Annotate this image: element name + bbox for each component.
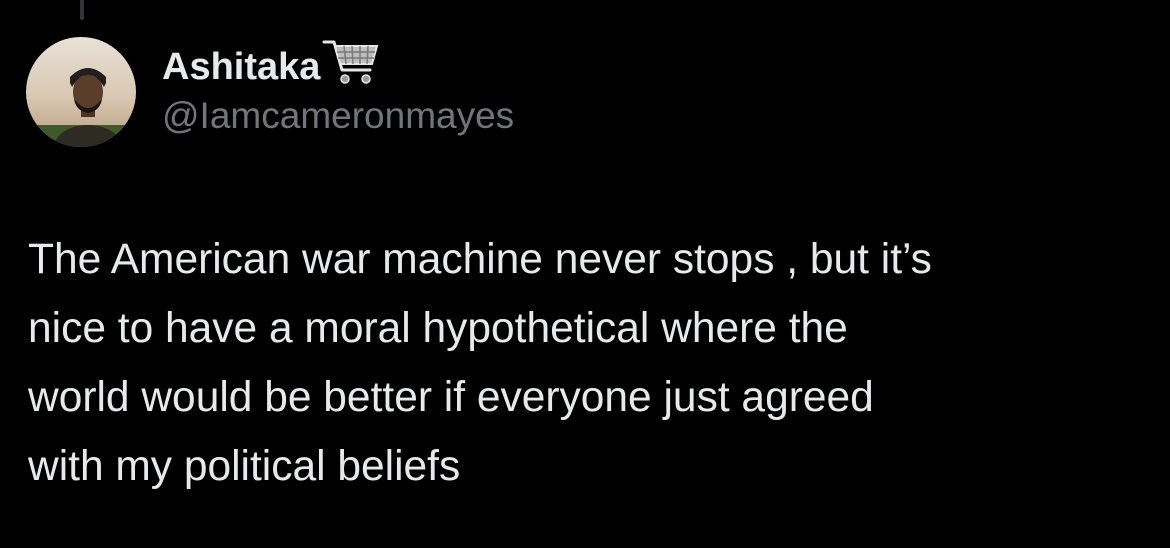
avatar-photo [26, 37, 136, 147]
thread-connector-line [80, 0, 84, 20]
shopping-cart-icon [322, 36, 380, 88]
avatar[interactable] [26, 37, 136, 147]
display-name[interactable]: Ashitaka [162, 44, 320, 90]
tweet-text: The American war machine never stops , b… [28, 236, 932, 490]
user-info: Ashitaka @Iamcameronmayes [162, 40, 514, 138]
user-handle[interactable]: @Iamcameronmayes [162, 94, 514, 138]
name-row: Ashitaka [162, 40, 514, 90]
